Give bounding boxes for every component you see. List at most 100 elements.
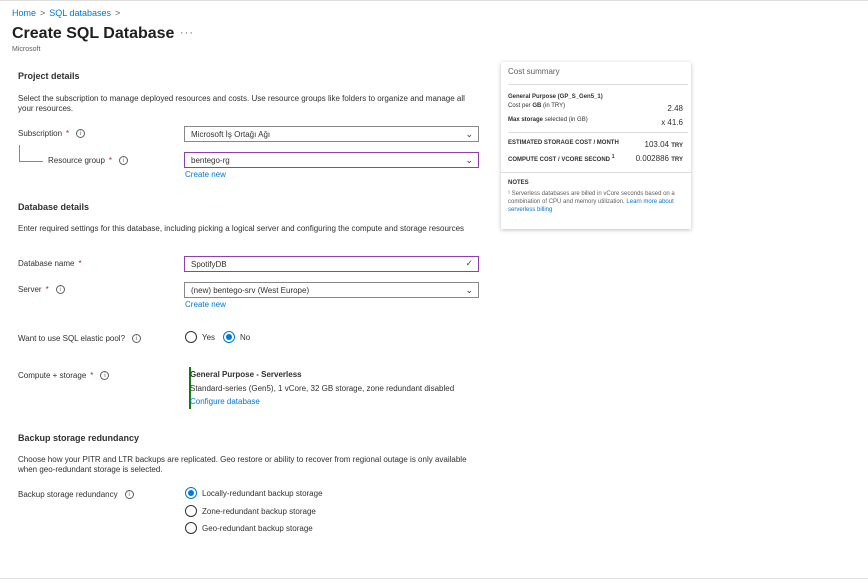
subscription-label: Subscription * i (18, 129, 86, 138)
chevron-down-icon: ⌄ (465, 285, 473, 295)
create-new-server-link[interactable]: Create new (185, 300, 226, 309)
est-storage-amount: 103.04 (644, 140, 669, 149)
checkmark-icon: ✓ (465, 258, 473, 268)
backup-option-zrs-label: Zone-redundant backup storage (202, 506, 316, 516)
resource-group-label: Resource group * i (48, 156, 129, 165)
subscription-label-text: Subscription (18, 129, 63, 138)
breadcrumb-sql-databases[interactable]: SQL databases (49, 8, 111, 18)
info-icon[interactable]: i (119, 156, 129, 165)
backup-heading: Backup storage redundancy (18, 433, 140, 443)
more-options-icon[interactable]: ··· (180, 27, 194, 39)
required-marker: * (45, 285, 49, 294)
backup-redundancy-label: Backup storage redundancy i (18, 490, 134, 499)
database-details-heading: Database details (18, 202, 90, 212)
elastic-pool-yes-option[interactable]: Yes (185, 331, 215, 343)
bottom-border (0, 578, 868, 579)
project-details-heading: Project details (18, 71, 80, 81)
page-title: Create SQL Database (12, 25, 175, 42)
project-details-description: Select the subscription to manage deploy… (18, 94, 465, 113)
compute-cost-unit: TRY (671, 157, 683, 163)
database-name-value: SpotifyDB (191, 259, 227, 269)
database-name-label: Database name * (18, 259, 82, 268)
server-value: (new) bentego-srv (West Europe) (191, 285, 310, 295)
subscription-select[interactable]: Microsoft İş Ortağı Ağı ⌄ (184, 126, 479, 142)
cost-per-gb-label-b: GB (532, 103, 542, 109)
info-icon[interactable]: i (124, 490, 134, 499)
database-details-description: Enter required settings for this databas… (18, 224, 465, 233)
info-icon[interactable]: i (55, 285, 65, 294)
divider (508, 132, 688, 133)
compute-storage-label: Compute + storage * i (18, 371, 110, 380)
divider (508, 84, 688, 85)
chevron-right-icon: > (40, 8, 46, 18)
server-select[interactable]: (new) bentego-srv (West Europe) ⌄ (184, 282, 479, 298)
radio-lrs[interactable] (185, 487, 197, 499)
max-storage-label-a: Max storage (508, 117, 544, 123)
backup-option-zrs[interactable]: Zone-redundant backup storage (185, 505, 316, 517)
elastic-pool-label: Want to use SQL elastic pool? i (18, 334, 142, 343)
radio-no-label: No (240, 332, 251, 342)
backup-option-lrs[interactable]: Locally-redundant backup storage (185, 487, 323, 499)
cost-tier: General Purpose (GP_S_Gen5_1) (508, 94, 603, 100)
max-storage-value: x 41.6 (661, 118, 683, 127)
backup-option-lrs-label: Locally-redundant backup storage (202, 488, 323, 498)
backup-description: Choose how your PITR and LTR backups are… (18, 455, 467, 474)
elastic-pool-label-text: Want to use SQL elastic pool? (18, 334, 126, 343)
elastic-pool-no-option[interactable]: No (223, 331, 250, 343)
server-label: Server * i (18, 285, 65, 294)
required-marker: * (66, 129, 70, 138)
backup-option-grs-label: Geo-redundant backup storage (202, 523, 313, 533)
top-border (0, 0, 868, 1)
cost-per-gb-label-c: (in TRY) (541, 103, 566, 109)
compute-cost-amount: 0.002886 (635, 154, 669, 163)
compute-storage-label-text: Compute + storage (18, 371, 87, 380)
breadcrumb: Home > SQL databases > (12, 8, 120, 18)
backup-option-grs[interactable]: Geo-redundant backup storage (185, 522, 313, 534)
tree-connector (19, 145, 43, 162)
est-storage-value: 103.04 TRY (645, 140, 683, 149)
cost-per-gb-label: Cost per GB (in TRY) (508, 103, 565, 109)
cost-per-gb-value: 2.48 (667, 104, 683, 113)
radio-grs[interactable] (185, 522, 197, 534)
max-storage-label: Max storage selected (in GB) (508, 117, 588, 123)
radio-yes[interactable] (185, 331, 197, 343)
radio-yes-label: Yes (202, 332, 216, 342)
notes-text: ¹ Serverless databases are billed in vCo… (508, 190, 680, 214)
required-marker: * (108, 156, 113, 165)
server-label-text: Server (18, 285, 42, 294)
configure-database-link[interactable]: Configure database (190, 397, 260, 406)
required-marker: * (90, 371, 94, 380)
notes-title: NOTES (508, 180, 529, 186)
compute-cost-label: COMPUTE COST / VCORE SECOND 1 (508, 154, 614, 163)
resource-group-label-text: Resource group (48, 156, 105, 165)
cost-summary-title: Cost summary (508, 67, 560, 76)
radio-no[interactable] (223, 331, 235, 343)
footnote-marker: 1 (611, 154, 615, 160)
est-storage-unit: TRY (671, 143, 683, 149)
resource-group-value: bentego-rg (191, 155, 230, 165)
info-icon[interactable]: i (132, 334, 142, 343)
chevron-right-icon: > (115, 8, 121, 18)
breadcrumb-home[interactable]: Home (12, 8, 36, 18)
chevron-down-icon: ⌄ (465, 155, 473, 165)
est-storage-label: ESTIMATED STORAGE COST / MONTH (508, 140, 619, 146)
backup-redundancy-label-text: Backup storage redundancy (18, 490, 118, 499)
cost-per-gb-label-a: Cost per (508, 103, 533, 109)
database-name-label-text: Database name (18, 259, 75, 268)
chevron-down-icon: ⌄ (465, 129, 473, 139)
radio-zrs[interactable] (185, 505, 197, 517)
compute-detail: Standard-series (Gen5), 1 vCore, 32 GB s… (190, 384, 455, 393)
resource-group-select[interactable]: bentego-rg ⌄ (184, 152, 479, 168)
compute-tier: General Purpose - Serverless (190, 370, 302, 379)
create-new-resource-group-link[interactable]: Create new (185, 170, 226, 179)
max-storage-label-b: selected (in GB) (543, 117, 588, 123)
divider (501, 172, 691, 173)
page-subtitle: Microsoft (12, 46, 41, 53)
compute-cost-label-text: COMPUTE COST / VCORE SECOND (508, 157, 611, 163)
info-icon[interactable]: i (100, 371, 110, 380)
subscription-value: Microsoft İş Ortağı Ağı (191, 129, 271, 139)
info-icon[interactable]: i (76, 129, 86, 138)
required-marker: * (78, 259, 82, 268)
database-name-input[interactable]: SpotifyDB ✓ (184, 256, 479, 272)
compute-cost-value: 0.002886 TRY (636, 154, 683, 163)
